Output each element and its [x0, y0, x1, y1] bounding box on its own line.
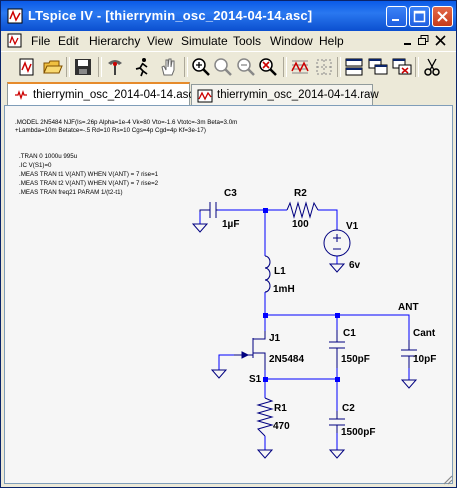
inductor-l1: [264, 255, 271, 293]
document-menu-icon[interactable]: [7, 33, 23, 49]
mdi-close-icon[interactable]: [434, 34, 448, 47]
maximize-icon: [413, 10, 426, 23]
mdi-minimize-icon[interactable]: [401, 34, 415, 47]
j1-name[interactable]: J1: [269, 333, 280, 344]
cant-name[interactable]: Cant: [413, 328, 435, 339]
grid-icon[interactable]: [313, 56, 335, 78]
minimize-button[interactable]: [386, 6, 407, 27]
resistor-r1: [256, 397, 274, 437]
r1-value[interactable]: 470: [273, 421, 290, 432]
autorange-icon[interactable]: [289, 56, 311, 78]
ltspice-app-icon: [7, 8, 23, 24]
waveform-icon: [197, 89, 213, 103]
resistor-r2: [286, 201, 319, 219]
menu-file[interactable]: File: [31, 34, 50, 48]
c3-name[interactable]: C3: [224, 188, 237, 199]
capacitor-c3: [199, 202, 218, 218]
l1-value[interactable]: 1mH: [273, 284, 295, 295]
menu-tools[interactable]: Tools: [233, 34, 261, 48]
zoom-cancel-icon[interactable]: [257, 56, 279, 78]
menu-window[interactable]: Window: [270, 34, 313, 48]
cascade-icon[interactable]: [367, 56, 389, 78]
maximize-button[interactable]: [409, 6, 430, 27]
c3-value[interactable]: 1µF: [222, 219, 239, 230]
new-schematic-icon[interactable]: [16, 56, 38, 78]
r2-value[interactable]: 100: [292, 219, 309, 230]
v1-value[interactable]: 6v: [349, 260, 360, 271]
open-icon[interactable]: [41, 56, 63, 78]
wires: [199, 209, 410, 450]
tile-horizontal-icon[interactable]: [343, 56, 365, 78]
cut-icon[interactable]: [421, 56, 443, 78]
menu-hierarchy[interactable]: Hierarchy: [89, 34, 140, 48]
c1-name[interactable]: C1: [343, 328, 356, 339]
zoom-in-icon[interactable]: [190, 56, 212, 78]
menu-simulate[interactable]: Simulate: [181, 34, 228, 48]
r2-name[interactable]: R2: [294, 188, 307, 199]
schematic-icon: [15, 89, 27, 101]
c2-value[interactable]: 1500pF: [341, 427, 375, 438]
close-button[interactable]: [432, 6, 453, 27]
minimize-icon: [392, 19, 399, 21]
document-tabs: thierrymin_osc_2014-04-14.asc thierrymin…: [1, 82, 456, 106]
s1-net-label[interactable]: S1: [249, 374, 261, 385]
save-icon[interactable]: [72, 56, 94, 78]
close-all-icon[interactable]: [391, 56, 413, 78]
components: [199, 201, 417, 437]
control-panel-icon[interactable]: [104, 56, 126, 78]
menu-edit[interactable]: Edit: [58, 34, 79, 48]
c2-name[interactable]: C2: [342, 403, 355, 414]
app-window: LTspice IV - [thierrymin_osc_2014-04-14.…: [0, 0, 457, 488]
mdi-restore-icon[interactable]: [417, 34, 431, 47]
tab-waveform[interactable]: thierrymin_osc_2014-04-14.raw: [191, 84, 379, 105]
title-bar[interactable]: LTspice IV - [thierrymin_osc_2014-04-14.…: [1, 1, 456, 31]
menu-view[interactable]: View: [147, 34, 173, 48]
window-title: LTspice IV - [thierrymin_osc_2014-04-14.…: [28, 8, 313, 23]
jfet-j1: [234, 331, 266, 370]
l1-name[interactable]: L1: [274, 266, 286, 277]
run-icon[interactable]: [131, 56, 153, 78]
menu-help[interactable]: Help: [319, 34, 344, 48]
menu-bar: File Edit Hierarchy View Simulate Tools …: [1, 31, 456, 51]
j1-value[interactable]: 2N5484: [269, 354, 304, 365]
cant-value[interactable]: 10pF: [413, 354, 436, 365]
resize-grip-icon[interactable]: [441, 473, 453, 485]
r1-name[interactable]: R1: [274, 403, 287, 414]
tab-schematic[interactable]: thierrymin_osc_2014-04-14.asc: [7, 82, 194, 106]
ant-net-label[interactable]: ANT: [398, 302, 419, 313]
circuit-drawing: [191, 201, 418, 459]
zoom-out-icon[interactable]: [235, 56, 257, 78]
voltage-source-v1: [323, 229, 351, 257]
c1-value[interactable]: 150pF: [341, 354, 370, 365]
schematic-canvas[interactable]: .MODEL 2N5484 NJF(Is=.26p Alpha=1e-4 Vk=…: [4, 105, 453, 484]
ground-symbols: [191, 223, 418, 459]
v1-name[interactable]: V1: [346, 221, 358, 232]
toolbar: [1, 51, 456, 83]
tab-schematic-label: thierrymin_osc_2014-04-14.asc: [33, 89, 195, 101]
zoom-pan-icon[interactable]: [212, 56, 234, 78]
tab-waveform-label: thierrymin_osc_2014-04-14.raw: [217, 89, 379, 101]
close-icon: [437, 11, 448, 22]
halt-icon[interactable]: [157, 56, 179, 78]
